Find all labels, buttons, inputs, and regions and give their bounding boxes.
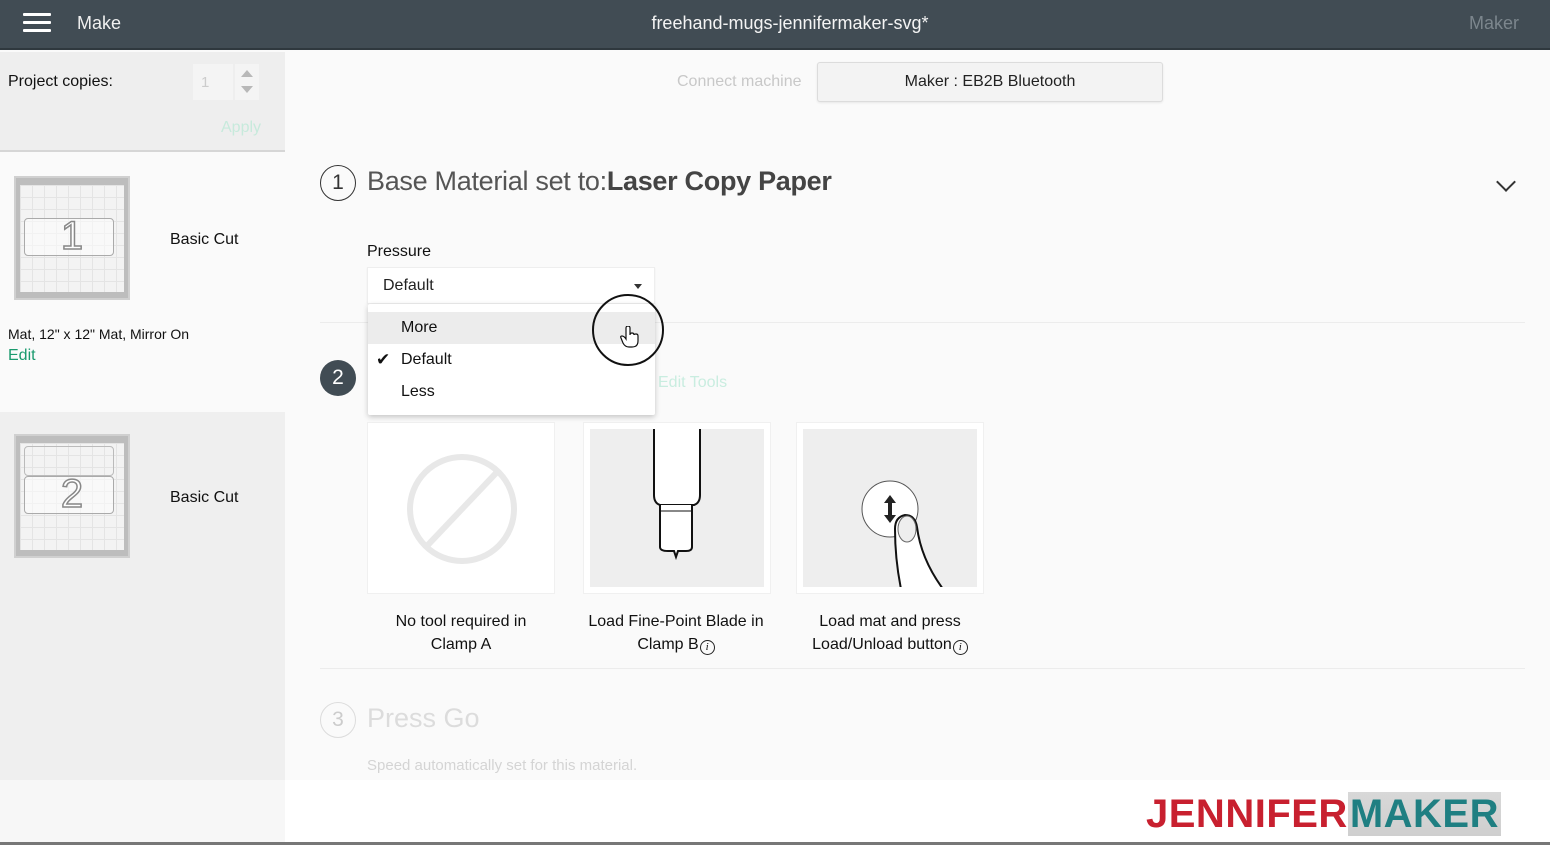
caret-down-icon bbox=[634, 284, 642, 289]
pressure-option-more[interactable]: More bbox=[368, 312, 655, 344]
tool-caption-line: Clamp A bbox=[430, 636, 492, 653]
tool-caption-line: Load Fine-Point Blade in bbox=[588, 613, 764, 630]
machine-menu[interactable]: Maker bbox=[1469, 13, 1519, 34]
document-title: freehand-mugs-jennifermaker-svg* bbox=[651, 13, 929, 33]
pressure-option-default[interactable]: ✔ Default bbox=[368, 344, 655, 376]
step-1-badge: 1 bbox=[320, 165, 356, 201]
tool-caption-line: Clamp B bbox=[637, 636, 699, 653]
decrement-arrow-icon[interactable] bbox=[241, 86, 253, 93]
project-copies-stepper[interactable] bbox=[235, 64, 259, 100]
mat-card[interactable]: 2 Basic Cut bbox=[0, 412, 285, 780]
fine-point-blade-icon bbox=[590, 429, 764, 587]
pressure-label: Pressure bbox=[367, 243, 432, 260]
mat-edit-link[interactable]: Edit bbox=[8, 347, 36, 365]
mat-card[interactable]: 1 Basic Cut Mat, 12" x 12" Mat, Mirror O… bbox=[0, 154, 285, 412]
project-copies-label: Project copies: bbox=[8, 73, 113, 90]
load-unload-button-icon bbox=[803, 429, 977, 587]
machine-select-button[interactable]: Maker : EB2B Bluetooth bbox=[817, 62, 1163, 102]
footer: JENNIFERMAKER bbox=[0, 780, 1550, 845]
tool-caption: Load Fine-Point Blade in Clamp Bi bbox=[576, 610, 776, 656]
hand-pointer-cursor-icon bbox=[620, 325, 640, 353]
apply-button[interactable]: Apply bbox=[221, 119, 261, 137]
tool-caption: Load mat and press Load/Unload button i bbox=[790, 610, 990, 656]
info-icon[interactable]: i bbox=[699, 640, 715, 655]
jennifermaker-logo: JENNIFERMAKER bbox=[1146, 792, 1501, 837]
tool-caption-line: Load mat and press bbox=[819, 613, 961, 630]
mat-sidebar: Project copies: Apply 1 Basic Cut Mat, 1… bbox=[0, 52, 285, 780]
mat-number: 1 bbox=[60, 213, 84, 259]
tool-card-load-mat bbox=[796, 422, 984, 594]
pressure-selected-value: Default bbox=[383, 277, 434, 294]
base-material-value: Laser Copy Paper bbox=[606, 166, 832, 196]
tool-card-clamp-b bbox=[583, 422, 771, 594]
logo-part-maker: MAKER bbox=[1347, 792, 1501, 836]
tool-caption: No tool required in Clamp A bbox=[361, 610, 561, 656]
logo-part-jennifer: JENNIFER bbox=[1146, 792, 1348, 836]
checkmark-icon: ✔ bbox=[376, 350, 391, 369]
top-bar: Make freehand-mugs-jennifermaker-svg* Ma… bbox=[0, 0, 1550, 50]
project-copies-input[interactable] bbox=[193, 64, 233, 100]
pressure-select[interactable]: Default bbox=[367, 267, 655, 304]
option-label: Default bbox=[401, 351, 452, 368]
mat-description: Mat, 12" x 12" Mat, Mirror On bbox=[8, 326, 190, 342]
tool-caption-line: Load/Unload button bbox=[812, 636, 952, 653]
press-go-heading: Press Go bbox=[367, 703, 480, 733]
chevron-down-icon[interactable] bbox=[1496, 172, 1516, 192]
mat-cut-type: Basic Cut bbox=[170, 489, 239, 506]
tool-card-clamp-a bbox=[367, 422, 555, 594]
option-label: More bbox=[401, 319, 438, 336]
increment-arrow-icon[interactable] bbox=[241, 70, 253, 77]
mat-number: 2 bbox=[60, 471, 84, 517]
connect-machine-label: Connect machine bbox=[677, 73, 802, 90]
mat-thumbnail[interactable]: 2 bbox=[14, 434, 130, 558]
footer-sidebar-shade bbox=[0, 780, 285, 845]
edit-tools-link[interactable]: Edit Tools bbox=[658, 374, 727, 392]
speed-note: Speed automatically set for this materia… bbox=[367, 757, 638, 774]
project-copies-panel: Project copies: Apply bbox=[0, 52, 285, 152]
option-label: Less bbox=[401, 383, 435, 400]
step-2-badge: 2 bbox=[320, 360, 356, 396]
info-icon[interactable]: i bbox=[952, 640, 968, 655]
base-material-prefix: Base Material set to: bbox=[367, 166, 607, 196]
pressure-dropdown-menu: More ✔ Default Less bbox=[368, 304, 655, 415]
make-main-panel: Connect machine Maker : EB2B Bluetooth 1… bbox=[285, 52, 1550, 780]
tool-caption-line: No tool required in bbox=[395, 613, 527, 630]
mat-thumbnail[interactable]: 1 bbox=[14, 176, 130, 300]
step-3-badge: 3 bbox=[320, 702, 356, 738]
mat-cut-type: Basic Cut bbox=[170, 231, 239, 248]
pressure-option-less[interactable]: Less bbox=[368, 376, 655, 408]
no-tool-icon bbox=[374, 429, 548, 587]
section-divider bbox=[320, 668, 1525, 669]
base-material-heading: Base Material set to:Laser Copy Paper bbox=[367, 166, 832, 197]
